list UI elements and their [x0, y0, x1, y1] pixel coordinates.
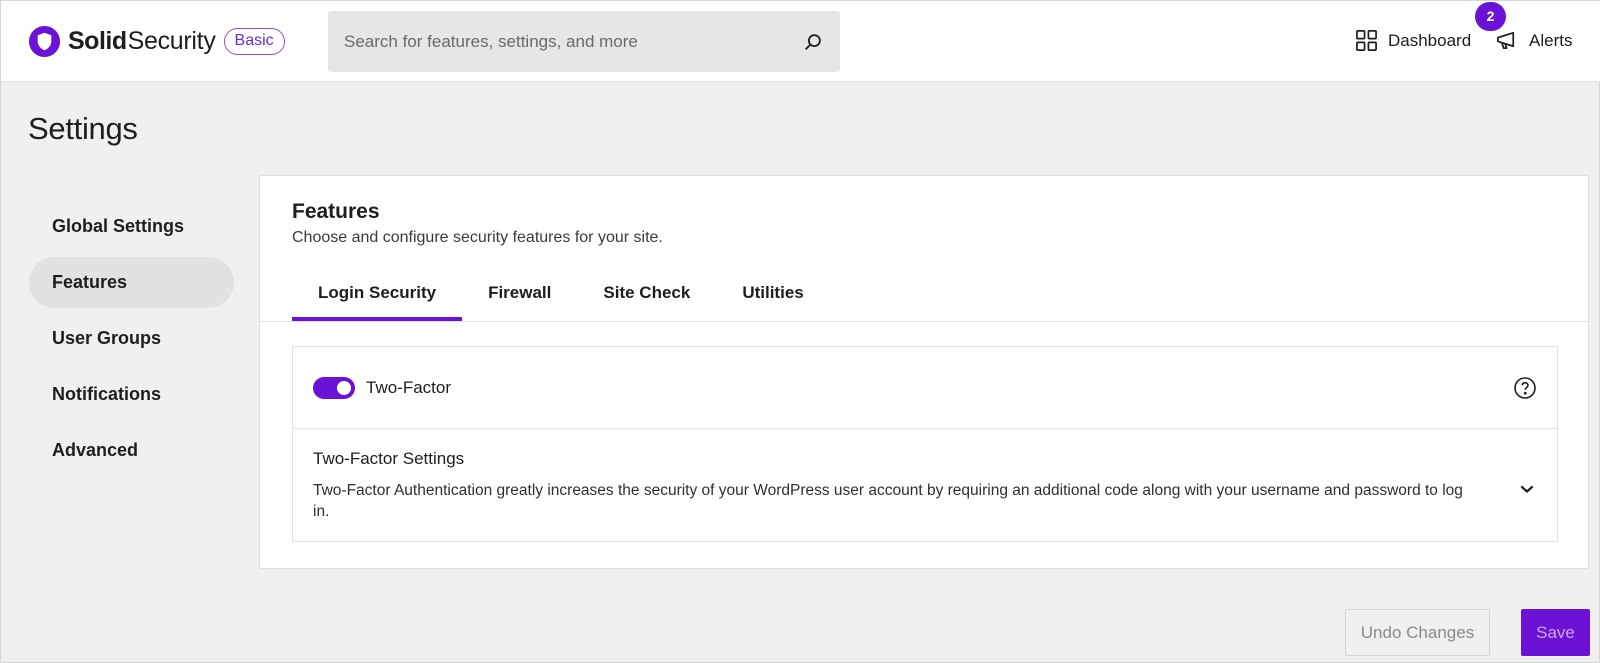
search-bar[interactable]: [328, 11, 840, 72]
megaphone-icon: [1497, 31, 1515, 50]
plan-badge: Basic: [223, 28, 285, 55]
sidebar-item-notifications[interactable]: Notifications: [29, 369, 234, 420]
grid-icon: [1356, 30, 1377, 51]
brand-name-regular: Security: [127, 27, 216, 55]
tab-login-security[interactable]: Login Security: [292, 272, 463, 322]
tab-site-check[interactable]: Site Check: [577, 272, 716, 318]
save-button[interactable]: Save: [1521, 609, 1590, 656]
dashboard-link[interactable]: Dashboard: [1355, 29, 1471, 52]
dashboard-label: Dashboard: [1388, 30, 1472, 50]
feature-tabs: Login Security Firewall Site Check Utili…: [292, 272, 830, 322]
sidebar-item-features[interactable]: Features: [29, 257, 234, 308]
sidebar-item-global-settings[interactable]: Global Settings: [29, 201, 234, 252]
search-icon[interactable]: [802, 31, 824, 53]
two-factor-card: Two-Factor Two-Factor Settings Two-Facto…: [292, 346, 1558, 542]
chevron-down-icon[interactable]: [1517, 479, 1537, 499]
undo-changes-button[interactable]: Undo Changes: [1345, 609, 1490, 656]
shield-logo-icon: [28, 25, 61, 58]
alerts-count-badge: 2: [1475, 2, 1506, 31]
tabs-divider: [260, 321, 1588, 322]
help-icon[interactable]: [1513, 376, 1537, 400]
panel-description: Choose and configure security features f…: [292, 229, 663, 246]
tab-utilities[interactable]: Utilities: [716, 272, 829, 318]
panel-title: Features: [292, 200, 380, 223]
search-input[interactable]: [344, 31, 802, 52]
alerts-label: Alerts: [1529, 30, 1573, 50]
features-panel: Features Choose and configure security f…: [259, 175, 1589, 569]
alerts-link[interactable]: Alerts: [1496, 29, 1572, 52]
two-factor-label: Two-Factor: [366, 377, 452, 397]
page-title: Settings: [28, 111, 138, 146]
settings-description: Two-Factor Authentication greatly increa…: [313, 482, 1463, 520]
logo[interactable]: Solid Security Basic: [28, 25, 285, 58]
sidebar-item-advanced[interactable]: Advanced: [29, 425, 234, 476]
toggle-knob: [337, 380, 351, 395]
sidebar-item-user-groups[interactable]: User Groups: [29, 313, 234, 364]
card-header: Two-Factor: [293, 347, 1557, 429]
brand-name-bold: Solid: [68, 27, 127, 55]
tab-firewall[interactable]: Firewall: [462, 272, 577, 318]
settings-title: Two-Factor Settings: [313, 449, 465, 468]
settings-sidebar: Global Settings Features User Groups Not…: [29, 201, 234, 481]
two-factor-settings-section[interactable]: Two-Factor Settings Two-Factor Authentic…: [293, 429, 1557, 522]
top-bar: Solid Security Basic Dashboard 2 Alerts: [1, 1, 1600, 82]
two-factor-toggle[interactable]: [313, 376, 355, 399]
